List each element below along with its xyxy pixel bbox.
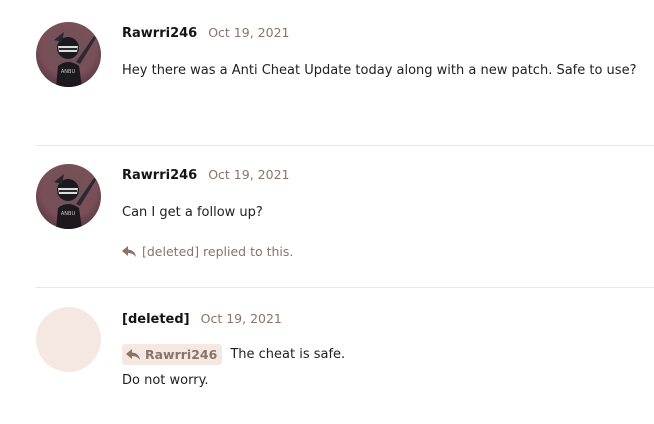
post-message: Hey there was a Anti Cheat Update today …: [122, 63, 637, 78]
post-meta: Rawrri246 Oct 19, 2021: [122, 167, 289, 183]
avatar-image: ANBU: [36, 22, 101, 87]
quote-author-chip[interactable]: Rawrri246: [122, 344, 223, 365]
post-message: The cheat is safe.: [230, 347, 346, 362]
avatar-text: ANBU: [61, 211, 76, 217]
post-message-line: Do not worry.: [122, 373, 209, 388]
quote-author: Rawrri246: [145, 347, 218, 362]
post-message: Can I get a follow up?: [122, 205, 263, 220]
username: [deleted]: [122, 312, 190, 327]
post-date[interactable]: Oct 19, 2021: [201, 311, 282, 326]
replied-to-link[interactable]: [deleted] replied to this.: [122, 244, 293, 259]
avatar-text: ANBU: [61, 69, 76, 75]
reply-arrow-icon: [122, 245, 136, 257]
quote-row: Rawrri246 The cheat is safe.: [122, 344, 345, 365]
post: ANBU Rawrri246 Oct 19, 2021 Hey there wa…: [0, 0, 654, 146]
post: ANBU Rawrri246 Oct 19, 2021 Can I get a …: [0, 146, 654, 288]
username[interactable]: Rawrri246: [122, 168, 197, 183]
post-date[interactable]: Oct 19, 2021: [208, 25, 289, 40]
avatar-image: ANBU: [36, 164, 101, 229]
avatar[interactable]: ANBU: [36, 22, 101, 87]
username[interactable]: Rawrri246: [122, 26, 197, 41]
avatar[interactable]: ANBU: [36, 164, 101, 229]
post-meta: [deleted] Oct 19, 2021: [122, 311, 282, 327]
post-date[interactable]: Oct 19, 2021: [208, 167, 289, 182]
reply-arrow-icon: [126, 348, 140, 360]
thread: ANBU Rawrri246 Oct 19, 2021 Hey there wa…: [0, 0, 654, 424]
post-meta: Rawrri246 Oct 19, 2021: [122, 25, 289, 41]
replied-note: [deleted] replied to this.: [142, 244, 294, 259]
post: [deleted] Oct 19, 2021 Rawrri246 The che…: [0, 288, 654, 424]
avatar-placeholder: [36, 307, 101, 372]
